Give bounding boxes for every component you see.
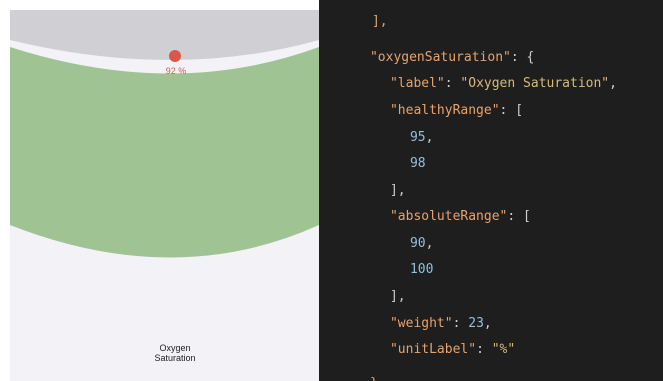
code-line-1: ], [325, 0, 388, 29]
code-token: ], [371, 14, 388, 29]
code-editor[interactable]: ], "oxygenSaturation": { "label": "Oxyge… [319, 0, 663, 381]
code-line-4: "healthyRange": [ [343, 81, 523, 118]
code-line-12: "weight": 23, [343, 294, 492, 331]
code-token: 98 [409, 156, 426, 171]
code-token: : [ [507, 209, 531, 224]
code-line-13: "unitLabel": "%" [343, 320, 515, 357]
code-line-10: 100 [363, 240, 433, 277]
code-line-5: 95, [363, 108, 433, 145]
code-line-2: "oxygenSaturation": { [323, 28, 534, 65]
code-line-6: 98 [363, 134, 426, 171]
code-line-3: "label": "Oxygen Saturation", [343, 54, 617, 91]
code-token: 100 [409, 262, 434, 277]
code-line-8: "absoluteRange": [ [343, 187, 531, 224]
value-label: 92 % [165, 66, 187, 76]
code-token: "unitLabel" [389, 342, 477, 357]
screenshot-root: 92 % Oxygen Saturation ], "oxygenSaturat… [0, 0, 663, 381]
code-token: : [476, 342, 492, 357]
code-token: : [ [499, 103, 524, 118]
code-token: "%" [491, 342, 516, 357]
value-dot [169, 50, 181, 62]
gauge-panel: 92 % Oxygen Saturation [0, 0, 319, 381]
code-line-14: }, [323, 354, 386, 381]
code-token: }, [370, 376, 386, 381]
code-token: , [425, 130, 434, 145]
gauge-chart [10, 10, 319, 381]
code-line-9: 90, [363, 214, 433, 251]
code-line-7: ], [343, 161, 406, 198]
gauge-healthy-band [10, 47, 319, 258]
code-line-11: ], [343, 267, 406, 304]
code-token: , [609, 76, 617, 91]
metric-label: Oxygen Saturation [154, 343, 196, 363]
